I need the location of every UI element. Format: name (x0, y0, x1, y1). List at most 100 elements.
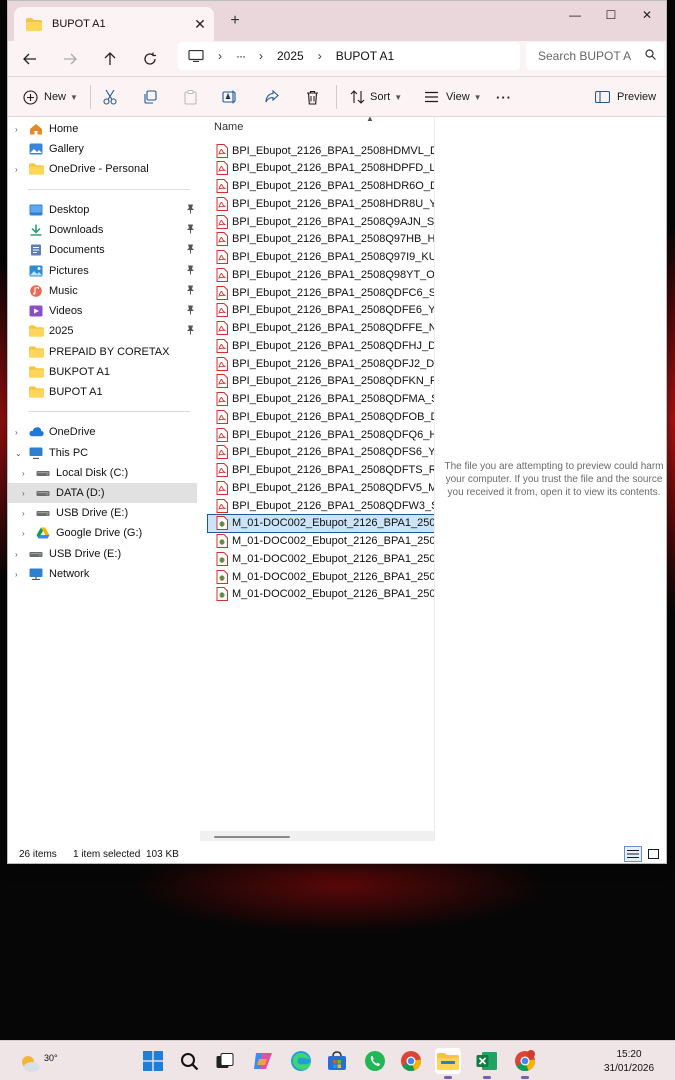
chevron-right-icon[interactable]: › (15, 165, 18, 174)
file-row[interactable]: BPI_Ebupot_2126_BPA1_2508Q97HB_HANA SI (208, 231, 434, 248)
tab-bupot-a1[interactable]: BUPOT A1 ✕ (14, 7, 214, 41)
file-row[interactable]: BPI_Ebupot_2126_BPA1_2508QDFQ6_HETTY PI (208, 426, 434, 443)
file-row[interactable]: BPI_Ebupot_2126_BPA1_2508QDFKN_RIO REIH (208, 373, 434, 390)
file-row[interactable]: BPI_Ebupot_2126_BPA1_2508QDFS6_YUNITA A (208, 444, 434, 461)
horizontal-scrollbar[interactable] (200, 831, 434, 841)
chevron-right-icon[interactable]: › (15, 550, 18, 559)
sidebar-item-onedrive-personal[interactable]: › OneDrive - Personal (8, 159, 197, 179)
breadcrumb-item-bupot-a1[interactable]: BUPOT A1 (336, 49, 394, 63)
details-view-button[interactable] (624, 846, 642, 862)
chrome-profile-taskbar-button[interactable] (512, 1048, 538, 1079)
sidebar-item-videos[interactable]: Videos (8, 301, 197, 321)
back-button[interactable] (16, 47, 44, 71)
forward-button[interactable] (56, 47, 84, 71)
scrollbar-thumb[interactable] (214, 836, 290, 838)
paste-button[interactable] (180, 86, 200, 108)
chevron-right-icon[interactable]: › (22, 489, 25, 498)
column-header-name[interactable]: Name (214, 121, 243, 133)
preview-toggle-button[interactable]: Preview (592, 86, 656, 108)
file-row[interactable]: BPI_Ebupot_2126_BPA1_2508QDFMA_SANDI A (208, 391, 434, 408)
cut-button[interactable] (100, 86, 120, 108)
file-row[interactable]: BPI_Ebupot_2126_BPA1_2508Q98YT_OCTAVIA (208, 266, 434, 283)
sidebar-item-prepaid-by-coretax[interactable]: PREPAID BY CORETAX (8, 342, 197, 362)
sidebar-item-2025[interactable]: 2025 (8, 321, 197, 341)
file-row[interactable]: BPI_Ebupot_2126_BPA1_2508QDFTS_RISKA MU (208, 462, 434, 479)
sidebar-item-documents[interactable]: Documents (8, 240, 197, 260)
close-tab-icon[interactable]: ✕ (186, 16, 214, 33)
file-row[interactable]: M_01-DOC002_Ebupot_2126_BPA1_2508QDFY (208, 550, 434, 567)
search-input[interactable]: Search BUPOT A (526, 42, 664, 70)
rename-button[interactable] (220, 86, 240, 108)
file-row[interactable]: M_01-DOC002_Ebupot_2126_BPA1_2508QDFZ (208, 568, 434, 585)
system-clock[interactable]: 15:20 31/01/2026 (596, 1048, 662, 1076)
file-row[interactable]: BPI_Ebupot_2126_BPA1_2508HDPFD_LYDIA.pc (208, 160, 434, 177)
sidebar-item-home[interactable]: › Home (8, 119, 197, 139)
refresh-button[interactable] (136, 47, 164, 71)
sidebar-item-local-disk-c[interactable]: › Local Disk (C:) (8, 463, 197, 483)
file-row[interactable]: BPI_Ebupot_2126_BPA1_2508HDMVL_DIAN FR (208, 142, 434, 159)
chevron-down-icon[interactable]: ⌄ (15, 449, 22, 458)
copilot-button[interactable] (250, 1048, 276, 1074)
whatsapp-button[interactable] (362, 1048, 388, 1074)
chevron-right-icon[interactable]: › (22, 509, 25, 518)
breadcrumb-item-2025[interactable]: 2025 (277, 49, 304, 63)
microsoft-store-button[interactable] (324, 1048, 350, 1074)
close-window-button[interactable]: ✕ (627, 1, 666, 29)
file-row[interactable]: BPI_Ebupot_2126_BPA1_2508QDFHJ_DEWINTA (208, 337, 434, 354)
chevron-right-icon[interactable]: › (15, 570, 18, 579)
file-explorer-taskbar-button[interactable] (435, 1048, 461, 1079)
sidebar-item-bukpot-a1[interactable]: BUKPOT A1 (8, 362, 197, 382)
edge-button[interactable] (288, 1048, 314, 1074)
view-button[interactable]: View ▼ (421, 86, 482, 108)
chevron-right-icon[interactable]: › (22, 469, 25, 478)
file-row[interactable]: BPI_Ebupot_2126_BPA1_2508QDFW3_SONIA A (208, 497, 434, 514)
sidebar-item-google-drive-g[interactable]: › Google Drive (G:) (8, 523, 197, 543)
share-button[interactable] (261, 86, 281, 108)
sidebar-item-bupot-a1[interactable]: BUPOT A1 (8, 382, 197, 402)
file-row[interactable]: BPI_Ebupot_2126_BPA1_2508QDFJ2_DEDY IND (208, 355, 434, 372)
file-row[interactable]: BPI_Ebupot_2126_BPA1_2508QDFV5_MELDA S (208, 479, 434, 496)
sidebar-item-music[interactable]: Music (8, 281, 197, 301)
chrome-button[interactable] (398, 1048, 424, 1074)
sidebar-item-usb-drive-e[interactable]: › USB Drive (E:) (8, 544, 197, 564)
up-button[interactable] (96, 47, 124, 71)
file-row[interactable]: M_01-DOC002_Ebupot_2126_BPA1_2508QDG0 (208, 586, 434, 603)
tiles-view-button[interactable] (644, 846, 662, 862)
sidebar-item-gallery[interactable]: Gallery (8, 139, 197, 159)
chevron-right-icon[interactable]: › (15, 428, 18, 437)
minimize-button[interactable]: — (555, 1, 595, 29)
breadcrumb-more[interactable]: ··· (236, 49, 246, 63)
file-row[interactable]: M_01-DOC002_Ebupot_2126_BPA1_2508QDFW (207, 513, 434, 533)
file-row[interactable]: BPI_Ebupot_2126_BPA1_2508Q9AJN_SITI MAR (208, 213, 434, 230)
weather-widget[interactable]: 30° (18, 1047, 58, 1077)
excel-taskbar-button[interactable] (474, 1048, 500, 1079)
copy-button[interactable] (140, 86, 160, 108)
more-options-button[interactable]: ··· (496, 86, 512, 108)
taskbar-search-button[interactable] (176, 1048, 202, 1074)
sidebar-item-pictures[interactable]: Pictures (8, 261, 197, 281)
maximize-button[interactable]: ☐ (591, 1, 631, 29)
sidebar-item-usb-drive-e[interactable]: › USB Drive (E:) (8, 503, 197, 523)
file-row[interactable]: BPI_Ebupot_2126_BPA1_2508Q97I9_KURROTUL (208, 249, 434, 266)
delete-button[interactable] (302, 86, 322, 108)
file-row[interactable]: M_01-DOC002_Ebupot_2126_BPA1_2508QDFX (208, 533, 434, 550)
file-row[interactable]: BPI_Ebupot_2126_BPA1_2508QDFFE_NANA M. (208, 320, 434, 337)
sidebar-item-data-d[interactable]: › DATA (D:) (8, 483, 197, 503)
file-row[interactable]: BPI_Ebupot_2126_BPA1_2508QDFE6_YENI DES (208, 302, 434, 319)
sort-button[interactable]: Sort ▼ (347, 86, 402, 108)
chevron-right-icon[interactable]: › (15, 125, 18, 134)
sidebar-item-this-pc[interactable]: ⌄ This PC (8, 443, 197, 463)
breadcrumb[interactable]: › ··· › 2025 › BUPOT A1 (178, 42, 520, 70)
file-row[interactable]: BPI_Ebupot_2126_BPA1_2508QDFC6_SANTI.pc (208, 284, 434, 301)
sidebar-item-onedrive[interactable]: › OneDrive (8, 422, 197, 442)
task-view-button[interactable] (212, 1048, 238, 1074)
file-row[interactable]: BPI_Ebupot_2126_BPA1_2508QDFOB_DADAN. (208, 408, 434, 425)
sidebar-item-network[interactable]: › Network (8, 564, 197, 584)
file-row[interactable]: BPI_Ebupot_2126_BPA1_2508HDR6O_DHONY (208, 178, 434, 195)
start-button[interactable] (140, 1048, 166, 1074)
sidebar-item-downloads[interactable]: Downloads (8, 220, 197, 240)
new-button[interactable]: New ▼ (20, 86, 78, 108)
chevron-right-icon[interactable]: › (22, 529, 25, 538)
new-tab-button[interactable]: + (224, 11, 246, 33)
sidebar-item-desktop[interactable]: Desktop (8, 200, 197, 220)
